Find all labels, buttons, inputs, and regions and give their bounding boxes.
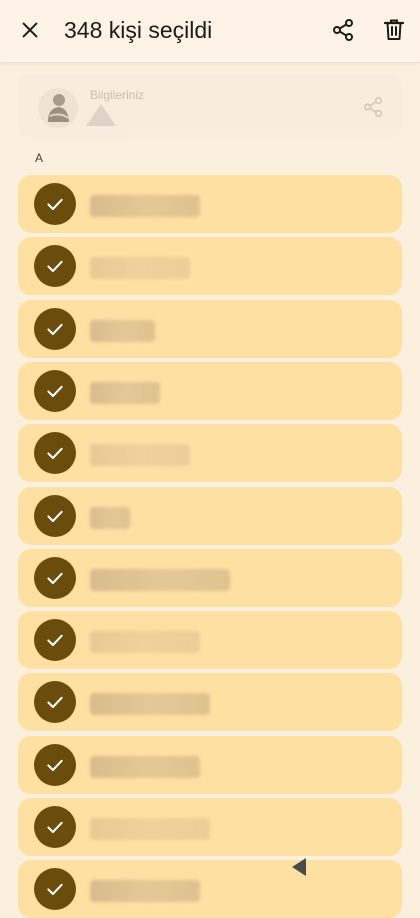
contact-row[interactable]: [18, 486, 402, 545]
selected-check-icon[interactable]: [34, 183, 76, 225]
avatar: [38, 88, 78, 128]
contact-name-redacted: [90, 568, 230, 591]
contact-name-redacted: [90, 444, 190, 467]
delete-icon: [383, 19, 405, 40]
selected-check-icon[interactable]: [34, 681, 76, 724]
contact-name-redacted: [90, 818, 210, 840]
contact-name-redacted: [90, 195, 200, 217]
contact-row[interactable]: [18, 299, 402, 358]
selected-check-icon[interactable]: [34, 369, 76, 412]
selected-check-icon[interactable]: [34, 868, 76, 911]
selected-check-icon[interactable]: [34, 245, 76, 288]
selected-check-icon[interactable]: [34, 432, 76, 475]
contact-row[interactable]: [18, 611, 402, 670]
section-header-letter: A: [35, 151, 44, 165]
close-button[interactable]: [12, 12, 48, 48]
share-button[interactable]: [325, 12, 361, 48]
contact-name-redacted: [90, 755, 200, 778]
selected-check-icon[interactable]: [34, 806, 76, 848]
contact-row[interactable]: [18, 548, 402, 607]
contact-row[interactable]: [18, 361, 402, 420]
contact-row[interactable]: [18, 175, 402, 233]
selection-count-title: 348 kişi seçildi: [64, 17, 213, 43]
selected-check-icon[interactable]: [34, 494, 76, 537]
contact-name-redacted: [90, 880, 200, 903]
selected-check-icon[interactable]: [34, 307, 76, 350]
contact-row[interactable]: [18, 860, 402, 918]
my-profile-card[interactable]: Bilgileriniz: [18, 74, 402, 138]
selected-check-icon[interactable]: [34, 743, 76, 786]
contact-name-redacted: [90, 631, 200, 654]
profile-label: Bilgileriniz: [90, 88, 145, 102]
top-app-bar: 348 kişi seçildi: [0, 0, 420, 62]
contact-name-redacted: [90, 506, 130, 529]
contact-name-redacted: [90, 257, 190, 280]
selected-check-icon[interactable]: [34, 556, 76, 599]
close-icon: [22, 22, 38, 38]
contact-row[interactable]: [18, 424, 402, 483]
contact-name-redacted: [90, 693, 210, 716]
contact-name-redacted: [90, 319, 155, 342]
nav-back-icon[interactable]: [292, 858, 306, 876]
share-icon: [363, 97, 383, 117]
contact-row[interactable]: [18, 237, 402, 296]
contact-row[interactable]: [18, 735, 402, 794]
contact-row[interactable]: [18, 798, 402, 856]
selected-check-icon[interactable]: [34, 619, 76, 662]
profile-share-button[interactable]: [360, 94, 386, 120]
share-icon: [333, 19, 353, 41]
contact-row[interactable]: [18, 673, 402, 732]
contact-name-redacted: [90, 381, 160, 404]
delete-button[interactable]: [376, 12, 412, 48]
profile-name-redacted: [86, 104, 116, 126]
